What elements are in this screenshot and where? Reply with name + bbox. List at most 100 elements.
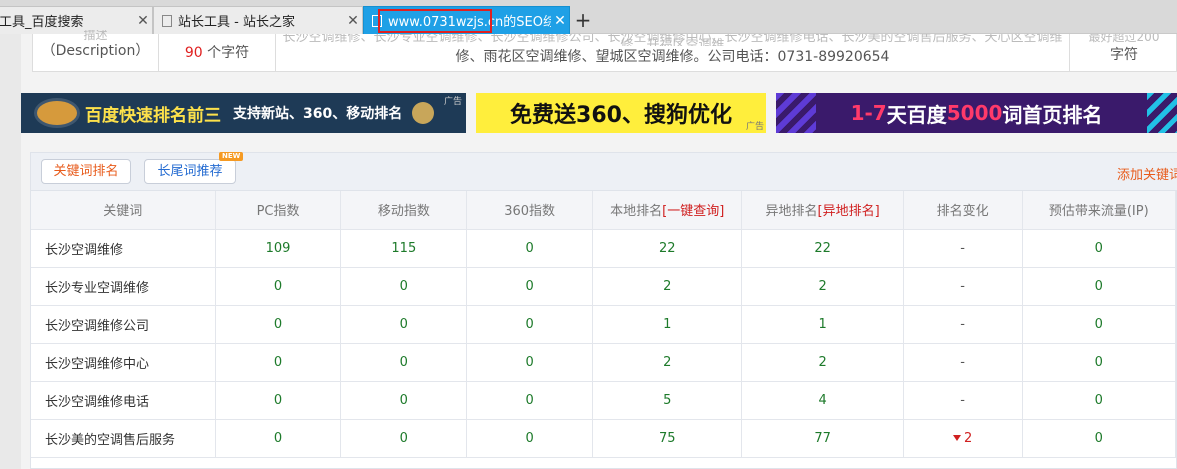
description-text-ghost: 长沙空调维修、长沙专业空调维修、长沙空调维修公司、长沙空调维修中心、长沙空调维修… xyxy=(282,34,1063,46)
description-tip-cell: 最好超过200 字符 xyxy=(1070,34,1177,72)
remote-rank-cell[interactable]: 77 xyxy=(741,419,904,458)
remote-rank-cell[interactable]: 2 xyxy=(741,343,904,382)
ad-banner-360-sogou[interactable]: 免费送360、搜狗优化 广告 xyxy=(476,93,766,133)
pc-index-cell: 0 xyxy=(215,305,342,344)
keyword-cell[interactable]: 长沙空调维修公司 xyxy=(31,305,216,344)
col-est-traffic: 预估带来流量(IP) xyxy=(1022,191,1176,230)
local-rank-cell[interactable]: 75 xyxy=(592,419,743,458)
ad-banner-5000-words[interactable]: 1-7 天百度 5000 词首页排名 xyxy=(776,93,1177,133)
description-label-cell: 描述 （Description） xyxy=(33,30,159,72)
pc-index-cell: 0 xyxy=(215,267,342,306)
table-row: 长沙空调维修公司 0 0 0 1 1 - 0 xyxy=(31,305,1176,344)
index-360-cell: 0 xyxy=(466,305,594,344)
coin-icon xyxy=(412,102,435,124)
remote-rank-cell[interactable]: 2 xyxy=(741,267,904,306)
keyword-ranking-panel: 关键词排名 长尾词推荐 NEW 添加关键词 关键词 PC指数 移动指数 360指… xyxy=(30,152,1177,469)
mobile-index-cell: 115 xyxy=(340,229,468,268)
description-text-cell: 长沙空调维修、长沙专业空调维修、长沙空调维修公司、长沙空调维修中心、长沙空调维修… xyxy=(276,34,1070,72)
mobile-index-cell: 0 xyxy=(340,381,468,420)
tab-longtail-keywords[interactable]: 长尾词推荐 xyxy=(144,159,236,184)
table-row: 长沙空调维修中心 0 0 0 2 2 - 0 xyxy=(31,343,1176,382)
description-text: 修、雨花区空调维修、望城区空调维修。公司电话：0731-89920654 xyxy=(455,49,890,65)
keyword-cell[interactable]: 长沙空调维修中心 xyxy=(31,343,216,382)
col-remote-rank: 异地排名[异地排名] xyxy=(741,191,904,230)
tab-keyword-ranking[interactable]: 关键词排名 xyxy=(41,159,131,184)
mobile-index-cell: 0 xyxy=(340,305,468,344)
col-pc-index: PC指数 xyxy=(215,191,342,230)
traffic-cell: 0 xyxy=(1022,267,1176,306)
ad-label: 广告 xyxy=(745,122,764,132)
rank-change-value: - xyxy=(960,240,965,256)
tab-seo-overview[interactable]: www.0731wzjs.cn的SEO综合 ✕ xyxy=(363,6,570,34)
rank-change-value: 2 xyxy=(963,430,973,446)
pc-index-cell: 0 xyxy=(215,343,342,382)
tab-title: www.0731wzjs.cn的SEO综合 xyxy=(388,15,551,30)
add-keyword-link[interactable]: 添加关键词 xyxy=(1117,164,1177,183)
close-icon[interactable]: ✕ xyxy=(551,13,569,29)
arrow-down-icon xyxy=(952,435,961,441)
keyword-cell[interactable]: 长沙空调维修 xyxy=(31,229,216,268)
index-360-cell: 0 xyxy=(466,419,594,458)
description-row: 描述 （Description） 90 个字符 长沙空调维修、长沙专业空调维修、… xyxy=(32,30,1177,72)
index-360-cell: 0 xyxy=(466,343,594,382)
col-local-rank-label: 本地排名 xyxy=(610,204,663,220)
ad-label: 广告 xyxy=(443,97,462,107)
keyword-cell[interactable]: 长沙美的空调售后服务 xyxy=(31,419,216,458)
remote-rank-cell[interactable]: 4 xyxy=(741,381,904,420)
local-rank-cell[interactable]: 2 xyxy=(592,267,743,306)
keyword-table: 关键词 PC指数 移动指数 360指数 本地排名[一键查询] 异地排名[异地排名… xyxy=(31,191,1176,458)
ad-banner-suffix: 词首页排名 xyxy=(1002,102,1103,127)
ad-banner-title: 百度快速排名前三 xyxy=(85,105,221,126)
local-rank-cell[interactable]: 2 xyxy=(592,343,743,382)
ad-banner-baidu-rank[interactable]: 百度快速排名前三 支持新站、360、移动排名 广告 xyxy=(21,93,466,133)
col-local-rank: 本地排名[一键查询] xyxy=(592,191,743,230)
ad-banner-title: 免费送360、搜狗优化 xyxy=(510,103,732,128)
mobile-index-cell: 0 xyxy=(340,267,468,306)
tab-title: 工具_百度搜索 xyxy=(0,15,84,30)
traffic-cell: 0 xyxy=(1022,343,1176,382)
ad-banner-subtitle: 支持新站、360、移动排名 xyxy=(233,106,403,122)
remote-rank-cell[interactable]: 1 xyxy=(741,305,904,344)
ad-banner-days: 1-7 xyxy=(850,101,887,125)
rank-change-value: - xyxy=(960,354,965,370)
rank-change-cell: - xyxy=(903,229,1023,268)
remote-rank-cell[interactable]: 22 xyxy=(741,229,904,268)
pc-index-cell: 0 xyxy=(215,419,342,458)
new-badge: NEW xyxy=(219,152,244,161)
description-char-count: 90 xyxy=(184,45,203,61)
description-char-unit: 个字符 xyxy=(202,45,250,61)
col-remote-rank-label: 异地排名 xyxy=(765,204,818,220)
local-rank-cell[interactable]: 22 xyxy=(592,229,743,268)
stripes-decoration xyxy=(1147,93,1177,133)
local-rank-cell[interactable]: 1 xyxy=(592,305,743,344)
page-icon xyxy=(162,14,172,27)
close-icon[interactable]: ✕ xyxy=(134,13,152,29)
description-tip: 字符 xyxy=(1110,47,1138,63)
table-row: 长沙空调维修 109 115 0 22 22 - 0 xyxy=(31,229,1176,268)
keyword-cell[interactable]: 长沙空调维修电话 xyxy=(31,381,216,420)
index-360-cell: 0 xyxy=(466,267,594,306)
col-360-index: 360指数 xyxy=(466,191,594,230)
ad-banner-text: 天百度 xyxy=(886,102,947,127)
description-label: （Description） xyxy=(41,43,150,59)
stripes-decoration xyxy=(776,93,816,133)
rank-change-value: - xyxy=(960,392,965,408)
rank-change-cell: 2 xyxy=(903,419,1023,458)
page-icon xyxy=(372,14,382,27)
one-click-query-link[interactable]: [一键查询] xyxy=(662,204,724,219)
rank-change-value: - xyxy=(960,316,965,332)
rank-change-cell: - xyxy=(903,267,1023,306)
traffic-cell: 0 xyxy=(1022,419,1176,458)
pc-index-cell: 0 xyxy=(215,381,342,420)
new-tab-button[interactable]: + xyxy=(572,8,594,32)
keyword-cell[interactable]: 长沙专业空调维修 xyxy=(31,267,216,306)
table-row: 长沙美的空调售后服务 0 0 0 75 77 2 0 xyxy=(31,419,1176,458)
close-icon[interactable]: ✕ xyxy=(344,13,362,29)
description-label-ghost: 描述 xyxy=(83,30,108,42)
tab-chinaz[interactable]: 站长工具 - 站长之家 ✕ xyxy=(153,6,363,34)
local-rank-cell[interactable]: 5 xyxy=(592,381,743,420)
remote-rank-link[interactable]: [异地排名] xyxy=(818,204,880,219)
description-count-cell: 90 个字符 xyxy=(159,34,276,72)
index-360-cell: 0 xyxy=(466,381,594,420)
planet-icon xyxy=(37,101,77,125)
